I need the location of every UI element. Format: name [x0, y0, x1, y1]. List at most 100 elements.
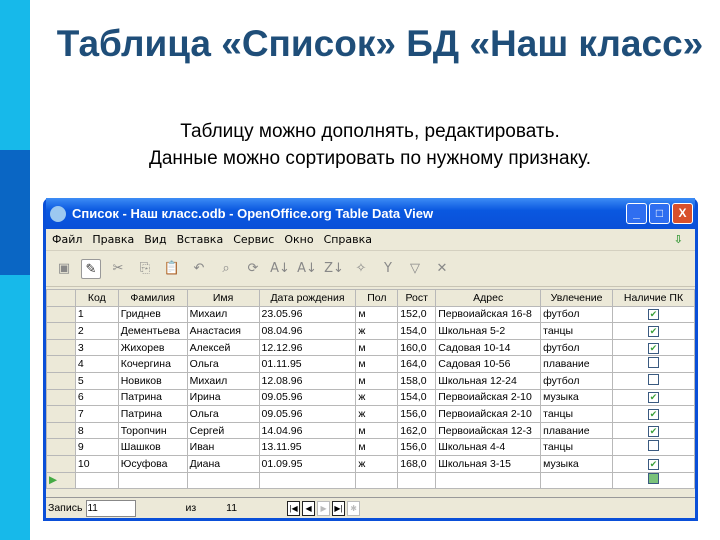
table-cell[interactable]: танцы: [540, 405, 614, 423]
table-cell[interactable]: 10: [74, 454, 119, 473]
next-record-button[interactable]: ▶: [317, 500, 331, 516]
pc-checkbox-cell[interactable]: ✔: [612, 405, 695, 423]
maximize-button[interactable]: □: [649, 203, 670, 224]
table-cell[interactable]: футбол: [540, 305, 614, 324]
checkbox[interactable]: ✔: [648, 342, 660, 354]
table-cell[interactable]: 152,0: [397, 305, 437, 324]
table-cell[interactable]: Жихорев: [117, 338, 188, 357]
table-cell[interactable]: Анастасия: [186, 322, 260, 340]
table-cell[interactable]: 168,0: [397, 454, 437, 473]
table-cell[interactable]: Михаил: [186, 371, 260, 390]
new-row-indicator-icon[interactable]: ▶: [46, 471, 76, 490]
table-cell[interactable]: ж: [355, 388, 399, 407]
table-row[interactable]: 3 Жихорев Алексей 12.12.96 м 160,0 Садовая 10-…: [46, 338, 695, 357]
table-row[interactable]: 1 Гриднев Михаил 23.05.96 м 152,0 Первоиайская…: [46, 305, 695, 324]
pc-checkbox-cell[interactable]: ✔: [612, 454, 695, 473]
table-cell[interactable]: 13.11.95: [258, 438, 357, 456]
table-row[interactable]: 9 Шашков Иван 13.11.95 м 156,0 Школьная 4-4 тан…: [46, 438, 695, 456]
checkbox[interactable]: [648, 440, 660, 452]
checkbox[interactable]: [648, 473, 660, 485]
row-selector[interactable]: [46, 305, 76, 324]
row-selector[interactable]: [46, 371, 76, 390]
column-header[interactable]: Увлечение: [540, 289, 614, 307]
paste-icon[interactable]: 📋: [162, 259, 182, 279]
table-cell[interactable]: 6: [74, 388, 119, 407]
table-cell[interactable]: Юсуфова: [117, 454, 188, 473]
save-icon[interactable]: ▣: [54, 259, 74, 279]
table-cell[interactable]: Садовая 10-14: [435, 338, 542, 357]
table-cell[interactable]: Кочергина: [117, 355, 188, 373]
table-cell[interactable]: 01.11.95: [258, 355, 357, 373]
table-cell[interactable]: Школьная 12-24: [435, 371, 542, 390]
menu-item[interactable]: Окно: [284, 233, 313, 246]
table-cell[interactable]: Первоиайская 2-10: [435, 405, 542, 423]
pc-checkbox-cell[interactable]: ✔: [612, 388, 695, 407]
sort-za-icon[interactable]: Z↓: [324, 259, 344, 279]
row-selector[interactable]: [46, 338, 76, 357]
corner-header[interactable]: [46, 289, 76, 307]
table-cell[interactable]: [355, 471, 399, 490]
edit-icon[interactable]: ✎: [81, 258, 101, 279]
table-cell[interactable]: танцы: [540, 322, 614, 340]
table-cell[interactable]: 156,0: [397, 405, 437, 423]
pc-checkbox-cell[interactable]: [612, 471, 695, 490]
checkbox[interactable]: ✔: [648, 458, 660, 470]
checkbox[interactable]: ✔: [648, 325, 660, 337]
menu-item[interactable]: Справка: [324, 233, 372, 246]
table-cell[interactable]: футбол: [540, 371, 614, 390]
prev-record-button[interactable]: ◀: [302, 500, 316, 516]
table-cell[interactable]: м: [355, 438, 399, 456]
checkbox[interactable]: [648, 373, 660, 385]
table-cell[interactable]: [397, 471, 437, 490]
table-cell[interactable]: 164,0: [397, 355, 437, 373]
table-cell[interactable]: [74, 471, 119, 490]
table-cell[interactable]: 14.04.96: [258, 421, 357, 440]
column-header[interactable]: Адрес: [435, 289, 542, 307]
table-cell[interactable]: 154,0: [397, 322, 437, 340]
column-header[interactable]: Фамилия: [117, 289, 188, 307]
menu-item[interactable]: Сервис: [233, 233, 274, 246]
table-cell[interactable]: музыка: [540, 454, 614, 473]
table-cell[interactable]: плавание: [540, 355, 614, 373]
menu-item[interactable]: Файл: [52, 233, 82, 246]
checkbox[interactable]: [648, 357, 660, 369]
table-cell[interactable]: Иван: [186, 438, 260, 456]
table-cell[interactable]: 12.12.96: [258, 338, 357, 357]
table-row[interactable]: 2 Дементьева Анастасия 08.04.96 ж 154,0 Школьн…: [46, 322, 695, 340]
table-cell[interactable]: 09.05.96: [258, 405, 357, 423]
pc-checkbox-cell[interactable]: ✔: [612, 421, 695, 440]
column-header[interactable]: Имя: [186, 289, 260, 307]
pc-checkbox-cell[interactable]: ✔: [612, 338, 695, 357]
autofilter-icon[interactable]: ✧: [351, 259, 371, 279]
cut-icon[interactable]: ✂: [108, 259, 128, 279]
table-cell[interactable]: ж: [355, 322, 399, 340]
new-row[interactable]: ▶: [46, 471, 695, 490]
table-cell[interactable]: [117, 471, 188, 490]
sort-asc-icon[interactable]: A↓: [270, 259, 290, 279]
table-row[interactable]: 4 Кочергина Ольга 01.11.95 м 164,0 Садовая 10-…: [46, 355, 695, 373]
table-cell[interactable]: Алексей: [186, 338, 260, 357]
table-cell[interactable]: Ольга: [186, 405, 260, 423]
minimize-button[interactable]: _: [626, 203, 647, 224]
table-cell[interactable]: 162,0: [397, 421, 437, 440]
table-cell[interactable]: 8: [74, 421, 119, 440]
copy-icon[interactable]: ⎘: [135, 259, 155, 279]
menu-item[interactable]: Вставка: [177, 233, 224, 246]
pc-checkbox-cell[interactable]: ✔: [612, 322, 695, 340]
table-cell[interactable]: [186, 471, 260, 490]
table-cell[interactable]: м: [355, 421, 399, 440]
undo-icon[interactable]: ↶: [189, 259, 209, 279]
last-record-button[interactable]: ▶|: [332, 500, 346, 516]
table-cell[interactable]: 2: [74, 322, 119, 340]
column-header[interactable]: Дата рождения: [258, 289, 357, 307]
table-cell[interactable]: Школьная 3-15: [435, 454, 542, 473]
table-cell[interactable]: Ольга: [186, 355, 260, 373]
table-cell[interactable]: танцы: [540, 438, 614, 456]
table-cell[interactable]: Сергей: [186, 421, 260, 440]
row-selector[interactable]: [46, 438, 76, 456]
table-row[interactable]: 6 Патрина Ирина 09.05.96 ж 154,0 Первоиайская …: [46, 388, 695, 407]
column-header[interactable]: Пол: [355, 289, 399, 307]
pc-checkbox-cell[interactable]: [612, 438, 695, 456]
checkbox[interactable]: ✔: [648, 408, 660, 420]
row-selector[interactable]: [46, 322, 76, 340]
